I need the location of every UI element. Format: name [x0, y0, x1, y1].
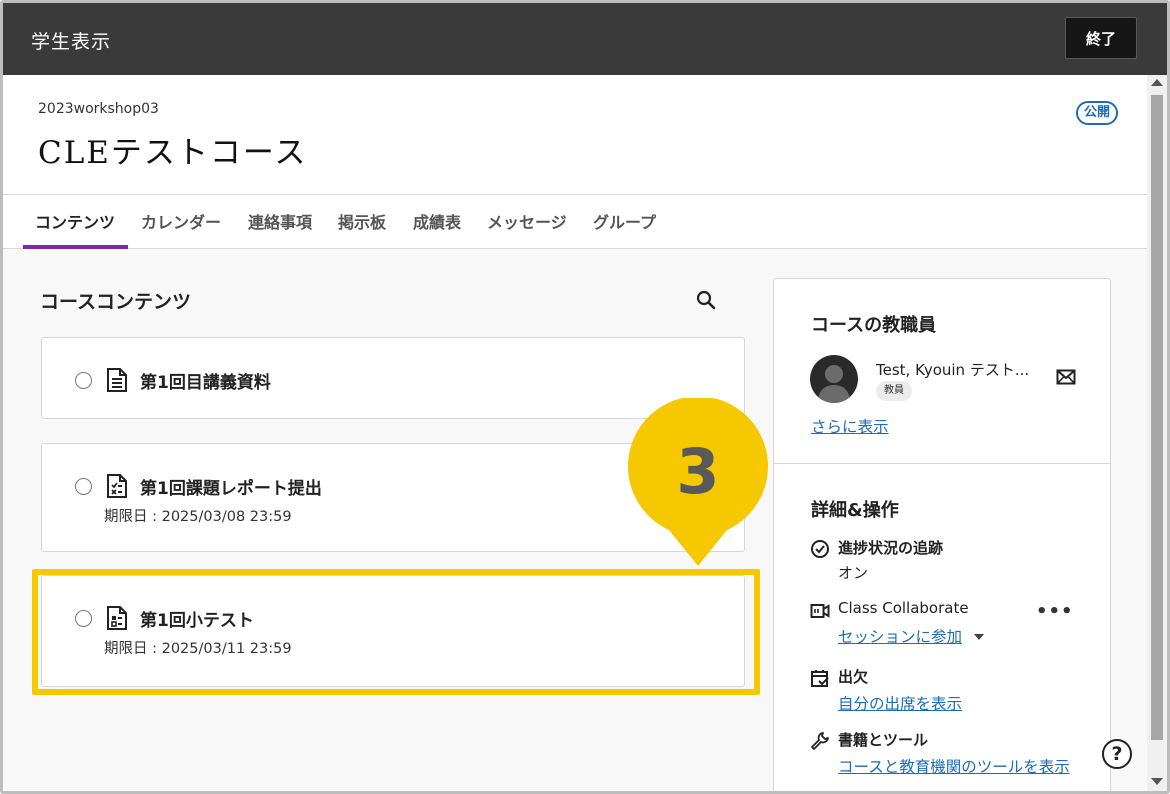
- document-icon: [107, 368, 127, 392]
- wrench-icon: [811, 732, 829, 750]
- course-title: CLEテストコース: [38, 135, 308, 171]
- panel-divider: [774, 463, 1110, 464]
- tab-messages[interactable]: メッセージ: [487, 209, 567, 249]
- active-tab-indicator: [23, 245, 128, 249]
- content-item-title[interactable]: 第1回課題レポート提出: [140, 474, 322, 499]
- more-options-icon[interactable]: •••: [1036, 601, 1074, 622]
- staff-heading: コースの教職員: [811, 315, 937, 336]
- help-button[interactable]: ?: [1102, 739, 1132, 769]
- check-circle-icon: [811, 540, 829, 558]
- view-tools-link[interactable]: コースと教育機関のツールを表示: [838, 755, 1070, 777]
- person-silhouette-icon: [818, 365, 850, 403]
- public-status-badge[interactable]: 公開: [1076, 101, 1119, 125]
- tab-announcements[interactable]: 連絡事項: [248, 209, 312, 249]
- staff-name[interactable]: Test, Kyouin テスト...: [876, 359, 1029, 380]
- tab-groups[interactable]: グループ: [593, 209, 656, 249]
- details-heading: 詳細&操作: [811, 500, 899, 521]
- class-collaborate-label: Class Collaborate: [838, 599, 969, 617]
- exit-button[interactable]: 終了: [1065, 17, 1137, 59]
- avatar[interactable]: [810, 355, 858, 403]
- tab-discussions[interactable]: 掲示板: [338, 209, 386, 249]
- scroll-down-arrow-icon[interactable]: [1151, 778, 1163, 785]
- scroll-up-arrow-icon[interactable]: [1151, 79, 1163, 86]
- assignment-icon: [107, 474, 127, 498]
- course-header: 2023workshop03 CLEテストコース 公開: [3, 75, 1147, 195]
- staff-role-badge: 教員: [876, 381, 912, 401]
- progress-tracking-label: 進捗状況の追跡: [838, 539, 944, 557]
- mail-icon[interactable]: [1056, 369, 1076, 385]
- progress-tracking-value: オン: [838, 564, 869, 582]
- tab-content[interactable]: コンテンツ: [35, 209, 115, 249]
- attendance-calendar-icon: [811, 670, 829, 687]
- app-window: 学生表示 終了 2023workshop03 CLEテストコース 公開 コンテン…: [0, 0, 1170, 794]
- books-tools-label: 書籍とツール: [838, 731, 929, 749]
- chevron-down-icon[interactable]: [974, 634, 984, 640]
- tab-calendar[interactable]: カレンダー: [141, 209, 221, 249]
- course-id: 2023workshop03: [38, 101, 159, 117]
- attendance-label: 出欠: [838, 668, 869, 686]
- completion-status-icon[interactable]: [75, 372, 92, 389]
- completion-status-icon[interactable]: [75, 478, 92, 495]
- step-number: 3: [676, 435, 719, 508]
- course-details-panel: コースの教職員 Test, Kyouin テスト... 教員 さらに表示 詳細&…: [773, 278, 1111, 791]
- course-nav-tabs: コンテンツ カレンダー 連絡事項 掲示板 成績表 メッセージ グループ: [3, 195, 1147, 249]
- step-marker-pin: 3: [628, 398, 768, 566]
- student-view-bar: 学生表示 終了: [3, 3, 1167, 75]
- video-icon: [810, 604, 830, 618]
- due-date: 期限日 : 2025/03/08 23:59: [104, 509, 292, 525]
- course-content-heading: コースコンテンツ: [40, 291, 192, 313]
- view-attendance-link[interactable]: 自分の出席を表示: [838, 692, 962, 714]
- highlight-frame: [32, 569, 760, 695]
- show-more-link[interactable]: さらに表示: [811, 415, 889, 437]
- search-icon[interactable]: [695, 289, 717, 311]
- scroll-thumb[interactable]: [1151, 95, 1163, 740]
- vertical-scrollbar[interactable]: [1147, 75, 1167, 791]
- content-item-title[interactable]: 第1回目講義資料: [140, 368, 271, 393]
- tab-gradebook[interactable]: 成績表: [413, 209, 461, 249]
- join-session-link[interactable]: セッションに参加: [838, 625, 962, 647]
- student-view-title: 学生表示: [31, 31, 112, 53]
